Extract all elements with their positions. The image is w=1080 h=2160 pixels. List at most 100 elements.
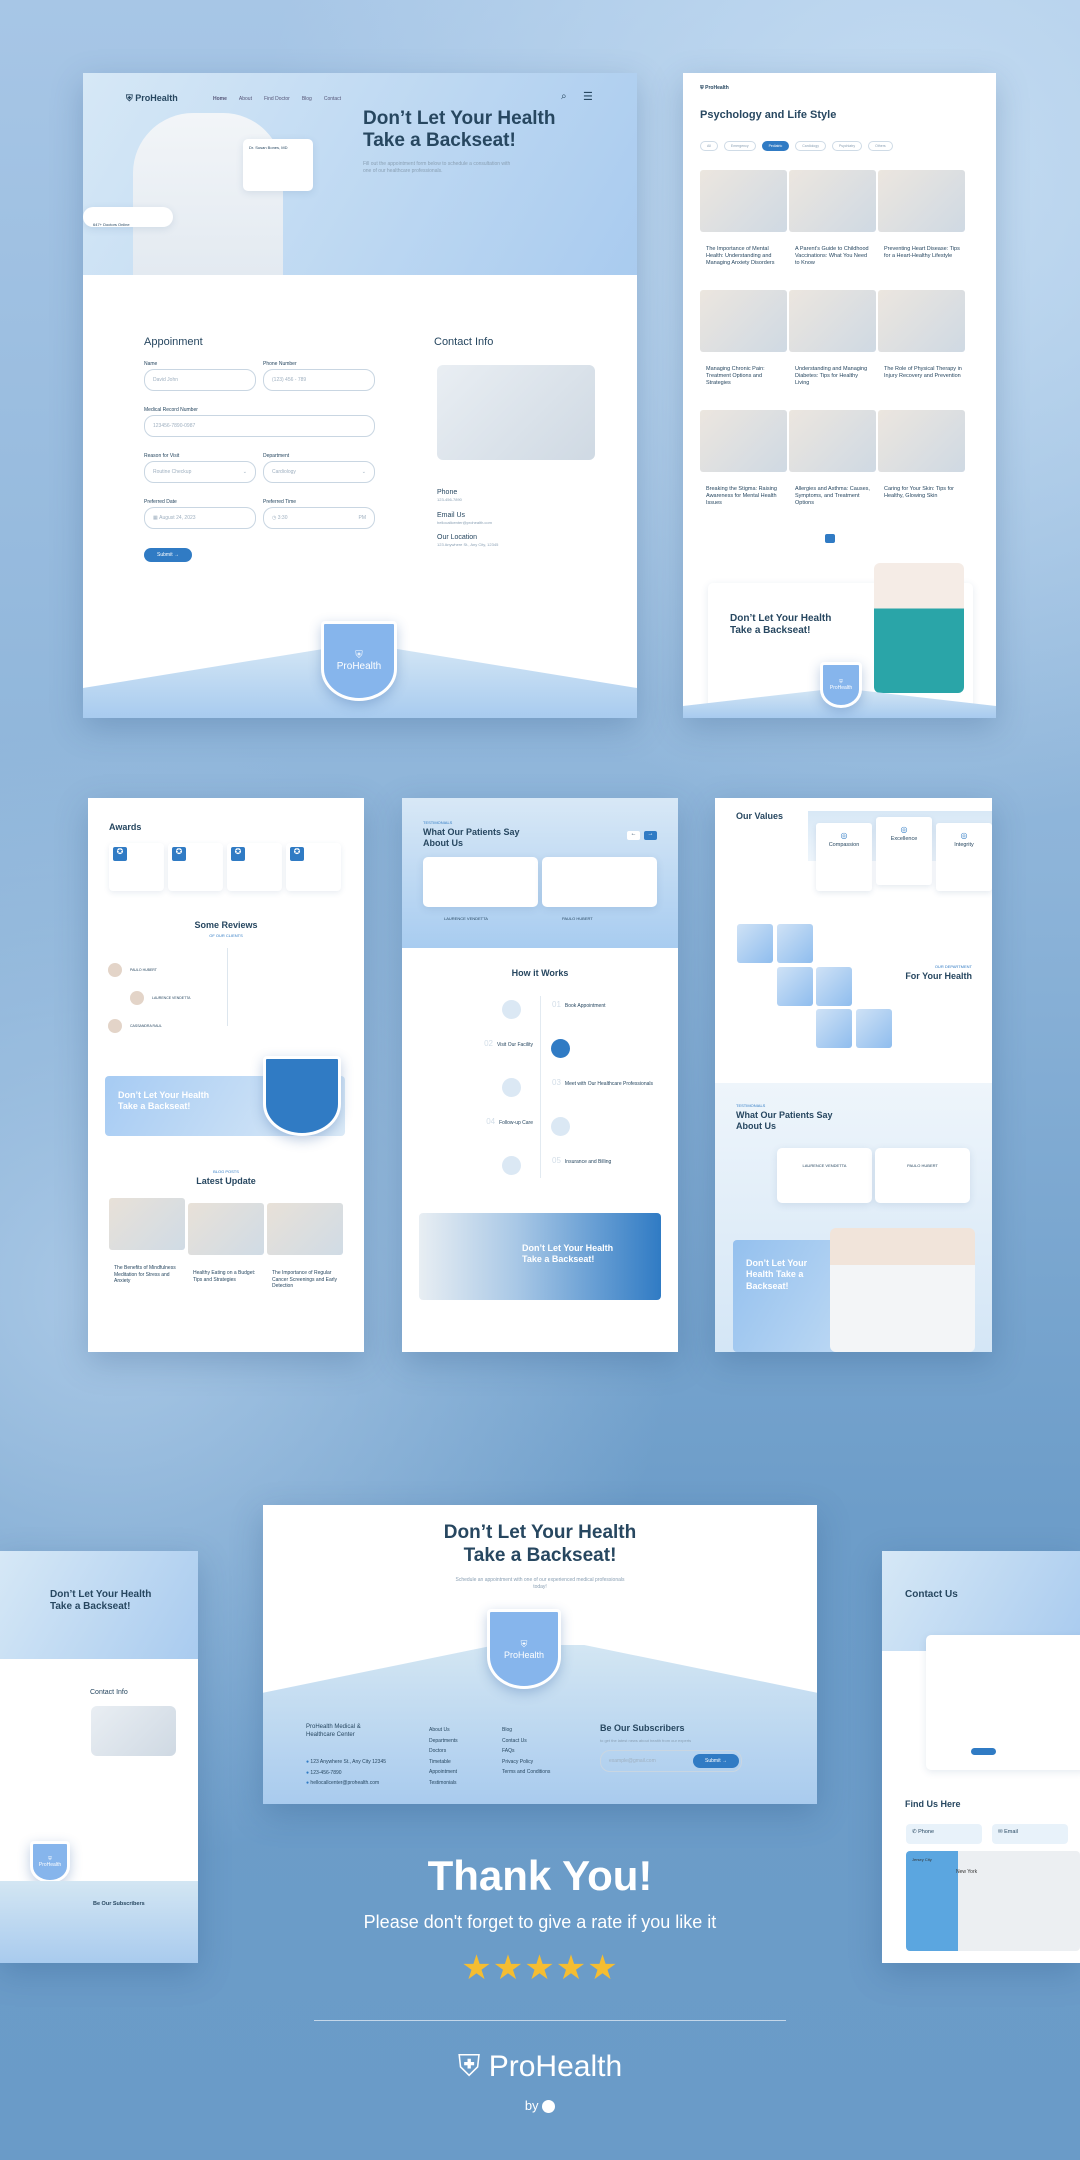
post-image[interactable]: [188, 1203, 264, 1255]
logo[interactable]: ⛨ ProHealth: [126, 93, 178, 104]
footer-link[interactable]: Privacy Policy: [502, 1757, 550, 1768]
nav-contact[interactable]: Contact: [324, 96, 341, 102]
nav-home[interactable]: Home: [213, 96, 227, 102]
star-icon: ★: [492, 1949, 525, 1987]
post-title[interactable]: Healthy Eating on a Budget: Tips and Str…: [193, 1270, 261, 1283]
company-name: ProHealth Medical & Healthcare Center: [306, 1724, 361, 1739]
filter-chip-cardiology[interactable]: Cardiology: [795, 141, 826, 151]
blog-card-image[interactable]: [878, 410, 965, 472]
step-item: 05 Insurance and Billing: [552, 1156, 611, 1165]
reviewer-avatar[interactable]: [130, 991, 144, 1005]
nav-blog[interactable]: Blog: [302, 96, 312, 102]
filter-chip-emergency[interactable]: Emergency: [723, 141, 756, 151]
next-arrow-button[interactable]: →: [644, 831, 657, 840]
reviewer-name[interactable]: PAULO HUBERT: [130, 968, 157, 972]
time-input[interactable]: ◷ 3:30 PM: [263, 507, 375, 529]
department-tile[interactable]: [777, 967, 813, 1006]
blog-card-title[interactable]: Breaking the Stigma: Raising Awareness f…: [706, 486, 784, 507]
footer-link[interactable]: Testimonials: [429, 1778, 458, 1789]
subscribe-submit-button[interactable]: Submit →: [693, 1754, 739, 1768]
blog-card-image[interactable]: [789, 290, 876, 352]
blog-card-title[interactable]: A Parent’s Guide to Childhood Vaccinatio…: [795, 246, 873, 267]
blog-card-title[interactable]: Caring for Your Skin: Tips for Healthy, …: [884, 486, 962, 500]
footer-link[interactable]: About Us: [429, 1725, 458, 1736]
filter-chip-others[interactable]: Others: [868, 141, 893, 151]
date-input[interactable]: ▦ August 24, 2023: [144, 507, 256, 529]
cta-title: Don’t Let Your Health Take a Backseat!: [522, 1243, 614, 1264]
blog-card-image[interactable]: [700, 170, 787, 232]
appointment-title: Appoinment: [144, 336, 203, 348]
step-item: 04 Follow-up Care: [486, 1117, 533, 1126]
step-number: 04: [486, 1117, 496, 1126]
subscribe-title: Be Our Subscribers: [93, 1901, 145, 1907]
reviews-subtitle: OF OUR CLIENTS: [209, 933, 243, 938]
department-tile[interactable]: [816, 967, 852, 1006]
filter-chip-psychiatry[interactable]: Psychiatry: [831, 141, 863, 151]
footer-link[interactable]: Blog: [502, 1725, 550, 1736]
pagination[interactable]: [825, 534, 835, 543]
blog-card-title[interactable]: Allergies and Asthma: Causes, Symptoms, …: [795, 486, 873, 507]
logo[interactable]: ⛨ ProHealth: [700, 85, 729, 91]
footer-link[interactable]: Departments: [429, 1736, 458, 1747]
filter-chip-all[interactable]: All: [700, 141, 718, 151]
blog-card-image[interactable]: [789, 170, 876, 232]
footer-cta-subtitle: Schedule an appointment with one of our …: [455, 1577, 625, 1590]
hero-subtitle: Fill out the appointment form below to s…: [363, 161, 511, 174]
prohealth-shield-logo: ⛨ ProHealth: [820, 662, 862, 708]
testimonials-title: What Our Patients Say About Us: [423, 827, 520, 848]
footer-link[interactable]: Appointment: [429, 1767, 458, 1778]
post-image[interactable]: [109, 1198, 185, 1250]
post-image[interactable]: [267, 1203, 343, 1255]
footer-brand-logo: ⛨ ProHealth: [457, 2050, 623, 2083]
post-title[interactable]: The Benefits of Mindfulness Meditation f…: [114, 1265, 182, 1285]
search-icon[interactable]: ⌕: [561, 91, 567, 102]
name-input[interactable]: David John: [144, 369, 256, 391]
nav-about[interactable]: About: [239, 96, 252, 102]
star-icon: ★: [555, 1949, 588, 1987]
menu-icon[interactable]: ☰: [583, 90, 593, 103]
department-tile[interactable]: [777, 924, 813, 963]
mail-icon: ✉: [998, 1829, 1003, 1835]
filter-chip-pediatric[interactable]: Pediatric: [761, 141, 790, 151]
post-title[interactable]: The Importance of Regular Cancer Screeni…: [272, 1270, 340, 1290]
footer-link[interactable]: FAQs: [502, 1746, 550, 1757]
blog-card-title[interactable]: Managing Chronic Pain: Treatment Options…: [706, 366, 784, 387]
blog-card-image[interactable]: [700, 410, 787, 472]
blog-card-image[interactable]: [878, 170, 965, 232]
submit-button[interactable]: [971, 1748, 996, 1755]
blog-card-image[interactable]: [878, 290, 965, 352]
blog-card-image[interactable]: [789, 410, 876, 472]
reviewer-name[interactable]: LAURENCE VENDETTA: [152, 996, 190, 1000]
reviewer-avatar[interactable]: [108, 963, 122, 977]
doctor-shield-photo: [263, 1056, 341, 1136]
reviewer-name[interactable]: CASSANDRA RAUL: [130, 1024, 162, 1028]
footer-link[interactable]: Doctors: [429, 1746, 458, 1757]
name-label: Name: [144, 361, 158, 367]
footer-links-2: Blog Contact Us FAQs Privacy Policy Terms an…: [502, 1725, 550, 1778]
award-icon: ✪: [172, 847, 186, 861]
blog-card-title[interactable]: Preventing Heart Disease: Tips for a Hea…: [884, 246, 962, 260]
department-tile[interactable]: [816, 1009, 852, 1048]
submit-button[interactable]: Submit →: [144, 548, 192, 562]
thank-you-subtitle: Please don't forget to give a rate if yo…: [363, 1912, 717, 1932]
reviewer-avatar[interactable]: [108, 1019, 122, 1033]
medical-record-input[interactable]: 123456-7890-0987: [144, 415, 375, 437]
department-tile[interactable]: [856, 1009, 892, 1048]
blog-card-title[interactable]: The Role of Physical Therapy in Injury R…: [884, 366, 962, 380]
phone-input[interactable]: (123) 456 - 789: [263, 369, 375, 391]
nav-find-doctor[interactable]: Find Doctor: [264, 96, 290, 102]
footer-link[interactable]: Timetable: [429, 1757, 458, 1768]
department-select[interactable]: Cardiology ⌄: [263, 461, 375, 483]
footer-link[interactable]: Contact Us: [502, 1736, 550, 1747]
prev-arrow-button[interactable]: ←: [627, 831, 640, 840]
department-tile[interactable]: [737, 924, 773, 963]
footer-link[interactable]: Terms and Conditions: [502, 1767, 550, 1778]
date-label: Preferred Date: [144, 499, 177, 505]
blog-card-image[interactable]: [700, 290, 787, 352]
timeline-line: [227, 948, 228, 1026]
award-card: ✪: [227, 843, 282, 891]
blog-card-title[interactable]: Understanding and Managing Diabetes: Tip…: [795, 366, 873, 387]
home-how-it-works-preview: TESTIMONIALS What Our Patients Say About …: [402, 798, 678, 1352]
blog-card-title[interactable]: The Importance of Mental Health: Underst…: [706, 246, 784, 267]
reason-select[interactable]: Routine Checkup ⌄: [144, 461, 256, 483]
